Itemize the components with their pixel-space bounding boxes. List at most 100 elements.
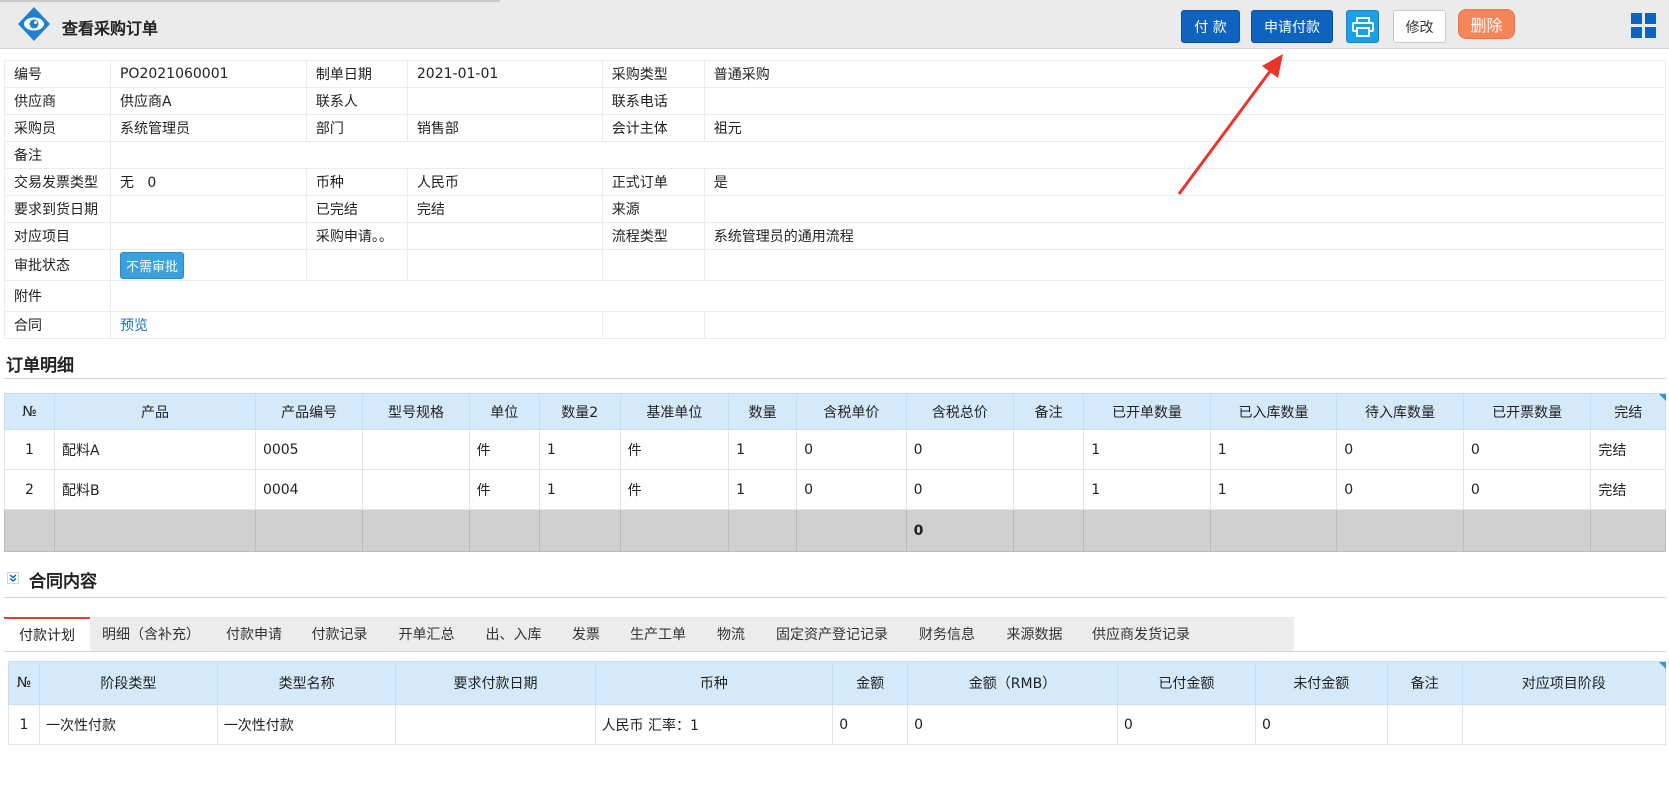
col-header[interactable]: 产品 [53,393,256,430]
tab-logistics[interactable]: 物流 [701,617,761,651]
info-value: 不需审批 [109,249,307,281]
info-label: 对应项目 [4,222,111,250]
info-row: 附件 [4,280,1667,312]
info-label: 联系电话 [601,87,705,115]
cell [395,704,596,745]
cell: 1 [728,429,798,470]
info-value: 系统管理员 [109,114,307,142]
col-header[interactable]: 金额（RMB） [907,661,1118,705]
tab-payment-plan[interactable]: 付款计划 [4,617,90,651]
col-header[interactable]: 已入库数量 [1209,393,1338,430]
cell: 1 [1209,429,1338,470]
info-value: 完结 [406,195,603,223]
info-label: 已完结 [305,195,408,223]
col-header[interactable]: № [7,661,41,705]
col-header[interactable]: 未付金额 [1254,661,1388,705]
info-label: 附件 [4,280,111,312]
print-button[interactable] [1346,10,1379,43]
col-header[interactable]: 完结 [1590,393,1666,430]
collapse-chevron-icon[interactable] [7,572,19,584]
tab-payment-records[interactable]: 付款记录 [296,617,383,651]
col-header[interactable]: 含税单价 [796,393,907,430]
cell: 0005 [254,429,364,470]
col-header[interactable]: 已开单数量 [1083,393,1211,430]
printer-icon [1351,16,1374,37]
page-title: 查看采购订单 [62,19,159,38]
tab-invoice[interactable]: 发票 [557,617,615,651]
tab-source-data[interactable]: 来源数据 [991,617,1078,651]
cell: 1 [538,429,621,470]
pay-button[interactable]: 付 款 [1181,10,1240,43]
info-row: 交易发票类型 无 0 币种 人民币 正式订单 是 [4,168,1667,196]
table-row[interactable]: 1 一次性付款 一次性付款 人民币 汇率：1 0 0 0 0 [7,704,1667,745]
col-header[interactable]: 已开票数量 [1462,393,1592,430]
col-header[interactable]: 数量 [728,393,798,430]
col-header[interactable]: № [4,393,55,430]
cell: 2 [4,469,55,510]
info-value [406,222,603,250]
tab-order-summary[interactable]: 开单汇总 [383,617,470,651]
info-label: 来源 [601,195,705,223]
contract-preview-link[interactable]: 预览 [120,318,148,334]
order-info-table: 编号 PO2021060001 制单日期 2021-01-01 采购类型 普通采… [4,60,1667,339]
col-header[interactable]: 产品编号 [254,393,364,430]
cell: 0 [1254,704,1388,745]
info-row: 编号 PO2021060001 制单日期 2021-01-01 采购类型 普通采… [4,60,1667,88]
apply-payment-button[interactable]: 申请付款 [1251,10,1333,43]
cell: 一次性付款 [216,704,397,745]
tab-supplier-shipments[interactable]: 供应商发货记录 [1078,617,1204,651]
col-header[interactable]: 基准单位 [619,393,730,430]
col-header[interactable]: 已付金额 [1116,661,1256,705]
cell: 一次性付款 [39,704,218,745]
info-value: 人民币 [406,168,603,196]
col-header[interactable]: 型号规格 [362,393,470,430]
tab-finance[interactable]: 财务信息 [903,617,991,651]
detail-header-row: № 产品 产品编号 型号规格 单位 数量2 基准单位 数量 含税单价 含税总价 … [4,393,1666,430]
col-header[interactable]: 类型名称 [216,661,397,705]
payment-header-row: № 阶段类型 类型名称 要求付款日期 币种 金额 金额（RMB） 已付金额 未付… [7,661,1667,705]
cell: 配料A [53,429,256,470]
cell: 件 [468,429,540,470]
cell: 人民币 汇率：1 [594,704,834,745]
delete-button[interactable]: 删除 [1458,9,1515,39]
tab-stock-io[interactable]: 出、入库 [470,617,557,651]
cell: 1 [7,704,41,745]
contract-content-title: 合同内容 [29,572,97,592]
cell: 0 [1116,704,1256,745]
tab-details[interactable]: 明细（含补充） [90,617,212,651]
sum-total-cell: 0 [905,509,1015,552]
col-header[interactable]: 币种 [594,661,834,705]
tab-payment-request[interactable]: 付款申请 [212,617,296,651]
top-divider [0,0,500,2]
col-header[interactable]: 含税总价 [905,393,1015,430]
cell [1013,469,1085,510]
cell: 1 [1083,469,1211,510]
col-header[interactable]: 备注 [1386,661,1463,705]
cell: 0 [1336,429,1464,470]
cell: 1 [728,469,798,510]
info-label: 交易发票类型 [4,168,111,196]
tab-work-orders[interactable]: 生产工单 [615,617,701,651]
info-row: 审批状态 不需审批 [4,249,1667,281]
col-header[interactable]: 要求付款日期 [395,661,596,705]
info-row: 供应商 供应商A 联系人 联系电话 [4,87,1667,115]
col-header[interactable]: 金额 [832,661,909,705]
col-header[interactable]: 单位 [468,393,540,430]
col-header[interactable]: 对应项目阶段 [1461,661,1667,705]
col-header[interactable]: 数量2 [538,393,621,430]
cell: 0 [1336,469,1464,510]
info-label: 备注 [4,141,111,169]
info-label: 正式订单 [601,168,705,196]
col-header[interactable]: 阶段类型 [39,661,218,705]
cell: 0 [907,704,1118,745]
edit-button[interactable]: 修改 [1393,10,1446,43]
table-row[interactable]: 2 配料B 0004 件 1 件 1 0 0 1 1 0 0 完结 [4,469,1666,510]
app-grid-icon[interactable] [1630,12,1658,40]
col-header[interactable]: 待入库数量 [1336,393,1464,430]
info-label: 供应商 [4,87,111,115]
col-header[interactable]: 备注 [1013,393,1085,430]
info-row: 采购员 系统管理员 部门 销售部 会计主体 祖元 [4,114,1667,142]
info-value: 无 0 [109,168,307,196]
tab-fixed-assets[interactable]: 固定资产登记记录 [761,617,903,651]
table-row[interactable]: 1 配料A 0005 件 1 件 1 0 0 1 1 0 0 完结 [4,429,1666,470]
